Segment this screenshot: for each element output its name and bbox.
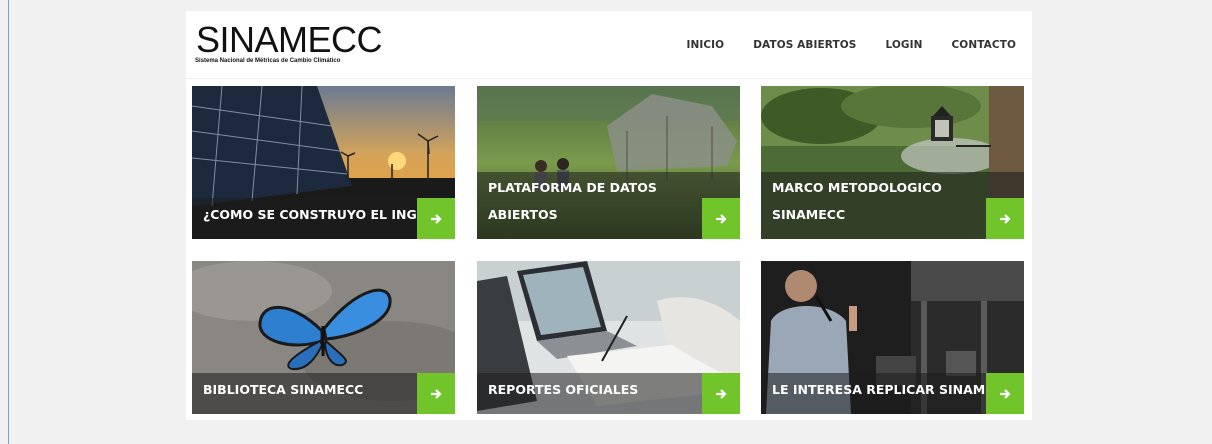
- card-label: LE INTERESA REPLICAR SINAMECC: [772, 382, 1013, 397]
- window-frame-edge: [0, 0, 9, 444]
- card-caption: MARCO METODOLOGICO SINAMECC: [761, 172, 1024, 239]
- card-label: PLATAFORMA DE DATOS ABIERTOS: [488, 180, 657, 222]
- nav-link-login[interactable]: LOGIN: [885, 39, 922, 51]
- main-nav: INICIO DATOS ABIERTOS LOGIN CONTACTO: [657, 39, 1016, 51]
- card-datos-abiertos[interactable]: PLATAFORMA DE DATOS ABIERTOS: [477, 86, 740, 239]
- card-caption: PLATAFORMA DE DATOS ABIERTOS: [477, 172, 740, 239]
- card-caption: REPORTES OFICIALES: [477, 373, 740, 414]
- site-logo-title[interactable]: SINAMECC: [196, 22, 383, 58]
- card-reportes[interactable]: REPORTES OFICIALES: [477, 261, 740, 414]
- card-caption: BIBLIOTECA SINAMECC: [192, 373, 455, 414]
- arrow-right-icon[interactable]: [702, 373, 740, 414]
- card-label: MARCO METODOLOGICO SINAMECC: [772, 180, 942, 222]
- nav-link-contacto[interactable]: CONTACTO: [952, 39, 1017, 51]
- arrow-right-icon[interactable]: [417, 198, 455, 239]
- nav-link-datos-abiertos[interactable]: DATOS ABIERTOS: [753, 39, 856, 51]
- card-caption: ¿COMO SE CONSTRUYO EL INGEI?: [192, 198, 455, 239]
- arrow-right-icon[interactable]: [417, 373, 455, 414]
- card-replicar[interactable]: LE INTERESA REPLICAR SINAMECC: [761, 261, 1024, 414]
- card-caption: LE INTERESA REPLICAR SINAMECC: [761, 373, 1024, 414]
- arrow-right-icon[interactable]: [986, 373, 1024, 414]
- page-container: SINAMECC Sistema Nacional de Métricas de…: [186, 11, 1032, 420]
- arrow-right-icon[interactable]: [702, 198, 740, 239]
- card-label: BIBLIOTECA SINAMECC: [203, 382, 364, 397]
- card-marco-metodologico[interactable]: MARCO METODOLOGICO SINAMECC: [761, 86, 1024, 239]
- card-ingei[interactable]: ¿COMO SE CONSTRUYO EL INGEI?: [192, 86, 455, 239]
- site-logo-subtitle: Sistema Nacional de Métricas de Cambio C…: [195, 58, 341, 64]
- card-label: ¿COMO SE CONSTRUYO EL INGEI?: [203, 207, 438, 222]
- card-biblioteca[interactable]: BIBLIOTECA SINAMECC: [192, 261, 455, 414]
- arrow-right-icon[interactable]: [986, 198, 1024, 239]
- site-header: SINAMECC Sistema Nacional de Métricas de…: [186, 11, 1032, 79]
- nav-link-inicio[interactable]: INICIO: [686, 39, 724, 51]
- card-label: REPORTES OFICIALES: [488, 382, 639, 397]
